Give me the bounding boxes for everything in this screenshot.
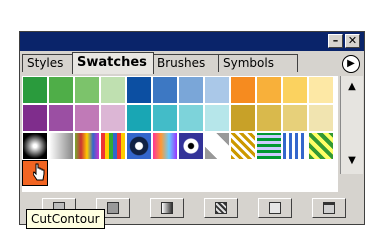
tab-symbols[interactable]: Symbols <box>218 54 298 72</box>
color-swatch[interactable] <box>230 104 256 132</box>
panel-titlebar[interactable]: – ✕ <box>20 32 364 51</box>
pattern-swatch-radial-dark[interactable] <box>22 132 48 160</box>
color-swatch[interactable] <box>256 76 282 104</box>
show-gradient-icon <box>161 202 173 214</box>
color-swatch[interactable] <box>126 76 152 104</box>
delete-swatch-icon <box>323 202 335 214</box>
show-pattern-icon <box>215 202 227 214</box>
close-button[interactable]: ✕ <box>345 34 360 48</box>
scroll-up-arrow[interactable]: ▲ <box>344 80 360 94</box>
pattern-swatch-pattern-green[interactable] <box>308 132 334 160</box>
hand-cursor-icon <box>33 163 45 181</box>
show-gradient-swatches-button[interactable] <box>150 198 184 218</box>
color-swatch[interactable] <box>48 76 74 104</box>
pattern-swatch-bullseye[interactable] <box>178 132 204 160</box>
color-swatch[interactable] <box>178 76 204 104</box>
tab-brushes[interactable]: Brushes <box>152 54 220 72</box>
color-swatch[interactable] <box>100 104 126 132</box>
minimize-button[interactable]: – <box>328 34 343 48</box>
color-swatch[interactable] <box>22 104 48 132</box>
panel-menu-button[interactable]: ▶ <box>342 55 360 73</box>
tooltip-cutcontour: CutContour <box>26 209 105 229</box>
new-swatch-icon <box>269 202 281 214</box>
pattern-swatch-color-bars[interactable] <box>100 132 126 160</box>
color-swatch[interactable] <box>204 104 230 132</box>
show-pattern-swatches-button[interactable] <box>204 198 238 218</box>
pattern-swatch-diamond[interactable] <box>204 132 230 160</box>
color-swatch[interactable] <box>282 76 308 104</box>
color-swatch[interactable] <box>48 104 74 132</box>
pattern-swatch-pattern-plaid[interactable] <box>282 132 308 160</box>
panel-tabs: Styles Swatches Brushes Symbols ▶ <box>20 52 364 74</box>
color-swatch[interactable] <box>256 104 282 132</box>
pattern-swatch-rainbow-bars[interactable] <box>74 132 100 160</box>
delete-swatch-button[interactable] <box>312 198 346 218</box>
pattern-swatch-multicolor[interactable] <box>152 132 178 160</box>
pattern-swatch-pattern-stars[interactable] <box>230 132 256 160</box>
tab-styles[interactable]: Styles <box>22 54 74 72</box>
color-swatch[interactable] <box>178 104 204 132</box>
color-swatch[interactable] <box>126 104 152 132</box>
new-swatch-button[interactable] <box>258 198 292 218</box>
color-swatch[interactable] <box>22 76 48 104</box>
color-swatch[interactable] <box>74 76 100 104</box>
color-swatch[interactable] <box>74 104 100 132</box>
color-swatch[interactable] <box>204 76 230 104</box>
show-color-icon <box>107 202 119 214</box>
color-swatch[interactable] <box>308 104 334 132</box>
scroll-down-arrow[interactable]: ▼ <box>344 154 360 168</box>
pattern-swatch-pattern-stripes[interactable] <box>256 132 282 160</box>
swatch-grid <box>22 76 338 202</box>
tab-swatches[interactable]: Swatches <box>72 52 154 74</box>
swatch-scrollbar[interactable]: ▲ ▼ <box>340 76 363 174</box>
color-swatch[interactable] <box>230 76 256 104</box>
color-swatch[interactable] <box>308 76 334 104</box>
color-swatch[interactable] <box>100 76 126 104</box>
color-swatch[interactable] <box>152 104 178 132</box>
swatches-panel-window: – ✕ Styles Swatches Brushes Symbols ▶ ▲ … <box>19 31 365 225</box>
color-swatch[interactable] <box>282 104 308 132</box>
color-swatch[interactable] <box>152 76 178 104</box>
pattern-swatch-gradient-gray[interactable] <box>48 132 74 160</box>
pattern-swatch-blue-dot[interactable] <box>126 132 152 160</box>
